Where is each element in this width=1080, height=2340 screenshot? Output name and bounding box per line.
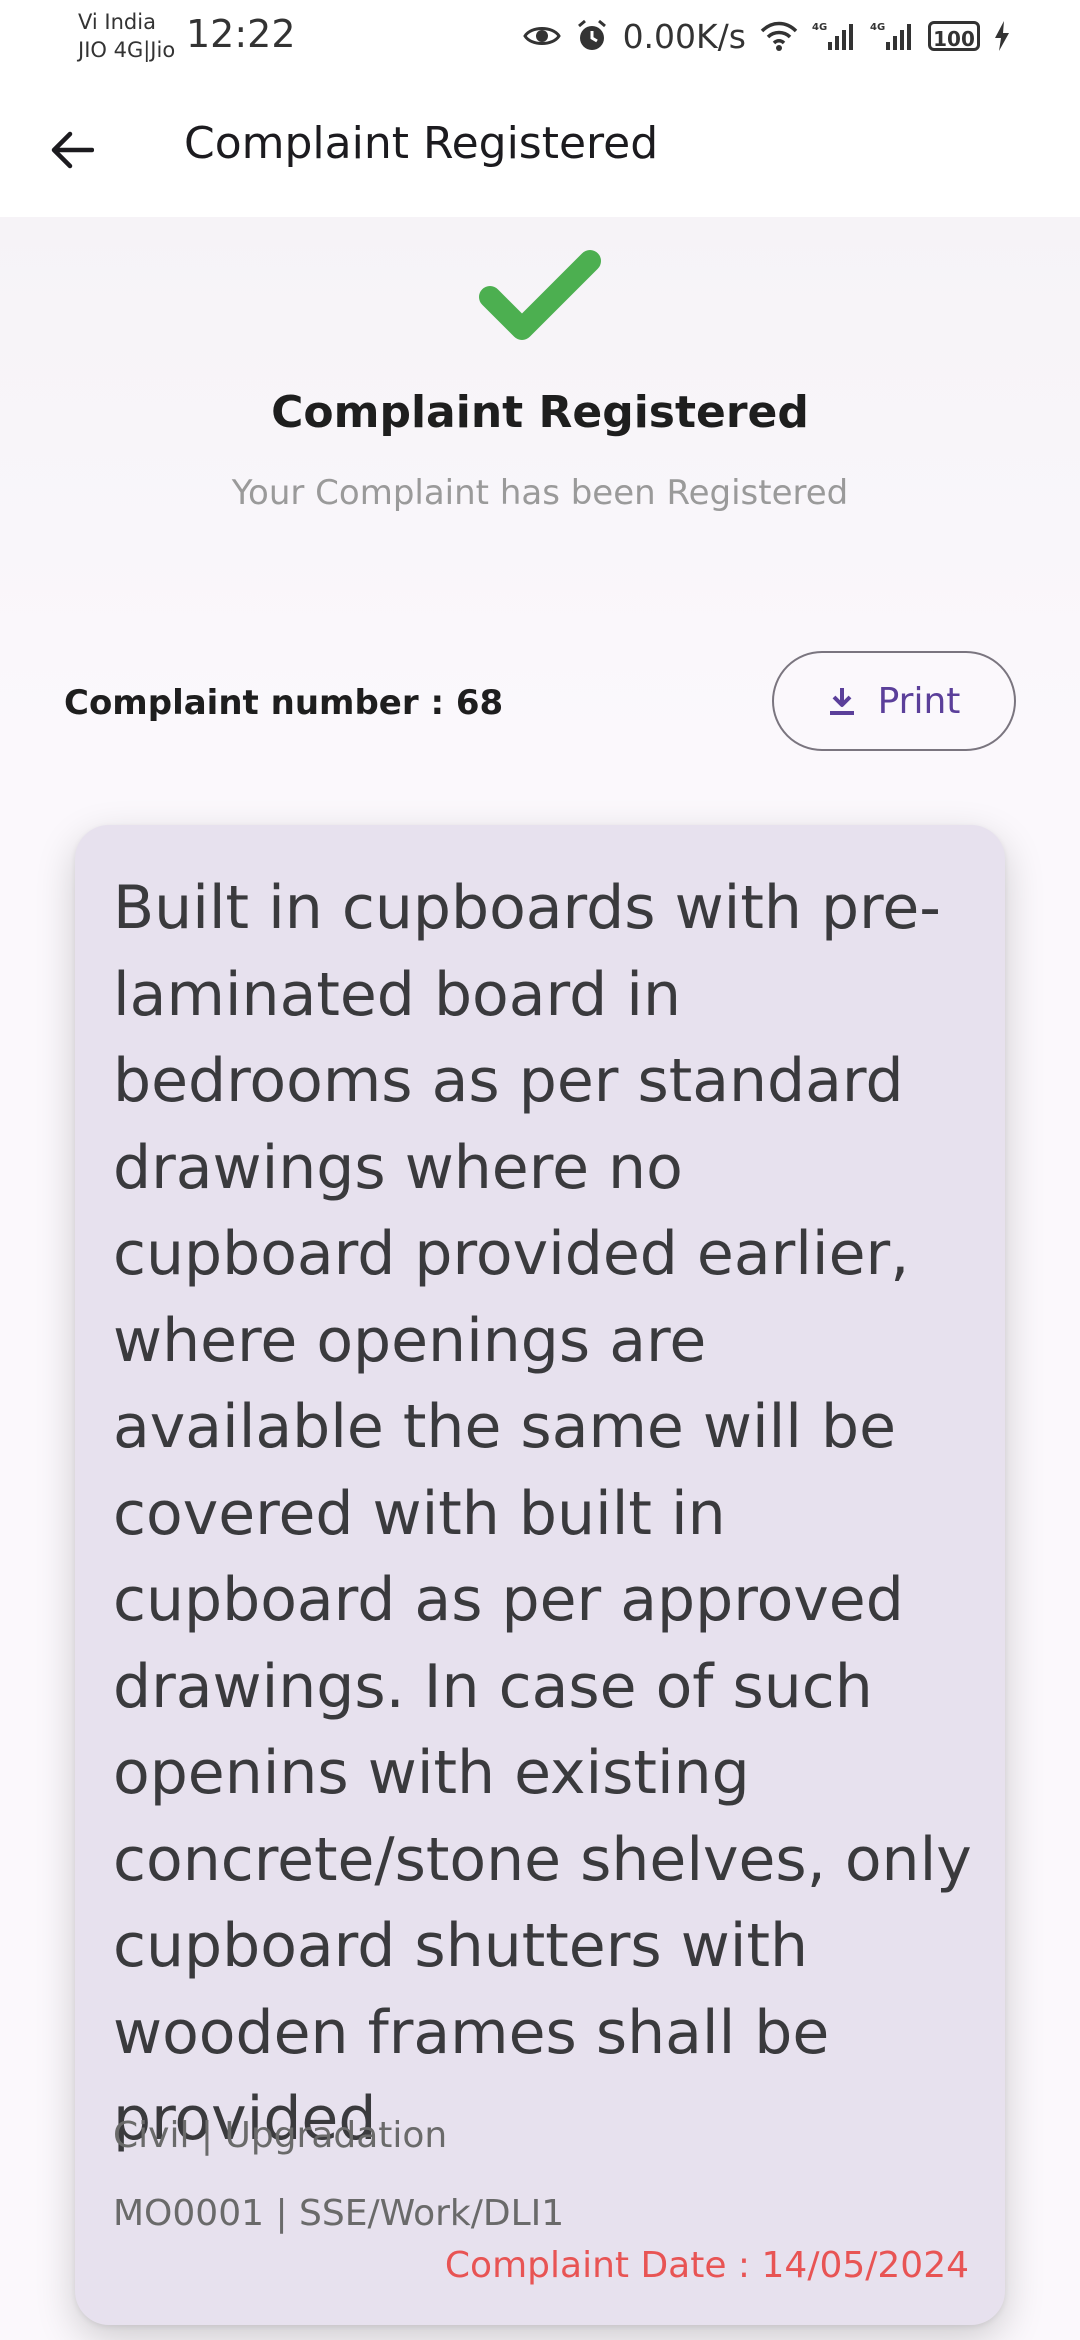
app-bar: Complaint Registered — [0, 72, 1080, 217]
print-label: Print — [877, 680, 961, 722]
complaint-code: MO0001 | SSE/Work/DLI1 — [113, 2193, 565, 2234]
complaint-date: Complaint Date : 14/05/2024 — [444, 2245, 969, 2286]
carrier-line-2: JIO 4G|Jio — [78, 38, 176, 62]
back-button[interactable] — [34, 112, 110, 188]
signal-4g-icon: 4G — [812, 20, 856, 52]
svg-text:4G: 4G — [812, 22, 827, 33]
status-bar: Vi India JIO 4G|Jio 12:22 0.00K/s 4G 4G … — [0, 0, 1080, 72]
complaint-number: Complaint number : 68 — [64, 683, 504, 723]
page-title: Complaint Registered — [184, 118, 659, 169]
alarm-icon — [575, 19, 609, 53]
download-icon — [829, 688, 854, 715]
charging-icon — [994, 21, 1010, 51]
complaint-card: Built in cupboards with pre-laminated bo… — [75, 825, 1005, 2325]
wifi-icon — [760, 21, 798, 51]
complaint-category: Civil | Upgradation — [113, 2115, 448, 2156]
network-speed: 0.00K/s — [622, 16, 746, 56]
battery-icon: 100 — [928, 21, 980, 51]
carrier-info: Vi India JIO 4G|Jio — [78, 8, 175, 64]
checkmark-icon — [479, 250, 601, 340]
complaint-description: Built in cupboards with pre-laminated bo… — [113, 873, 972, 2154]
status-icons: 0.00K/s 4G 4G 100 — [522, 14, 1010, 58]
carrier-line-1: Vi India — [78, 10, 156, 34]
print-button[interactable]: Print — [772, 651, 1016, 751]
arrow-left-icon — [51, 131, 94, 169]
confirmation-subheading: Your Complaint has been Registered — [231, 473, 849, 513]
signal-4g-icon: 4G — [870, 20, 914, 52]
svg-text:4G: 4G — [870, 22, 885, 33]
main-content: Complaint Registered Your Complaint has … — [0, 217, 1080, 2340]
status-time: 12:22 — [186, 12, 296, 56]
confirmation-heading: Complaint Registered — [271, 387, 809, 438]
eye-icon — [522, 23, 561, 49]
